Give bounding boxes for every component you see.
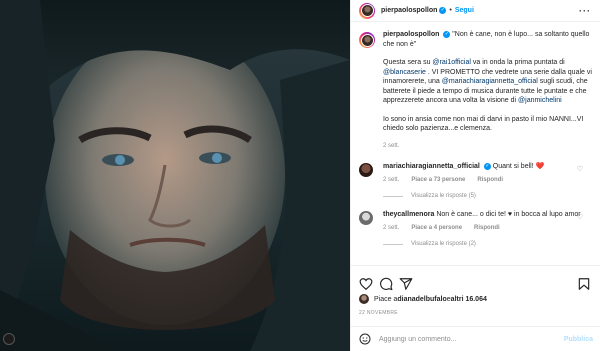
view-replies-label: Visualizza le risposte (5) — [411, 193, 476, 199]
comment-username[interactable]: theycallmenora — [383, 211, 434, 218]
bookmark-icon[interactable] — [577, 277, 591, 291]
post-photo[interactable] — [0, 0, 350, 351]
share-icon[interactable] — [399, 277, 413, 291]
comment-item: mariachiaragiannetta_official ✓ Quant si… — [359, 162, 593, 185]
view-replies-label: Visualizza le risposte (2) — [411, 241, 476, 247]
comment-like-heart-icon[interactable]: ♡ — [577, 213, 583, 221]
comments-section[interactable]: pierpaolospollon ✓ "Non è cane, non è lu… — [351, 30, 600, 262]
reply-button[interactable]: Rispondi — [477, 176, 503, 185]
replies-line — [383, 243, 403, 245]
author-avatar[interactable] — [359, 2, 375, 19]
comment-like-heart-icon[interactable]: ♡ — [577, 165, 583, 173]
publish-button[interactable]: Pubblica — [564, 336, 593, 343]
more-options-icon[interactable]: ··· — [579, 6, 591, 16]
caption-paragraph: Questa sera su @rai1official va in onda … — [383, 58, 593, 106]
replies-line — [383, 195, 403, 197]
post-caption: pierpaolospollon ✓ "Non è cane, non è lu… — [359, 30, 593, 151]
verified-icon: ✓ — [439, 7, 447, 14]
comment-likes[interactable]: Piace a 73 persone — [411, 176, 465, 185]
commenter-avatar[interactable] — [359, 211, 373, 225]
add-comment-bar: Pubblica — [351, 326, 600, 351]
portrait-illustration — [0, 0, 350, 351]
verified-icon: ✓ — [443, 30, 451, 38]
post-actions — [351, 265, 600, 293]
mention-link[interactable]: @blancaserie — [383, 69, 426, 76]
caption-text: va in onda la prima puntata di — [470, 59, 565, 66]
caption-avatar[interactable] — [359, 32, 375, 48]
liker-username[interactable]: dianadelbufalo — [397, 296, 446, 303]
post-sidebar: pierpaolospollon ✓ • Segui ··· pierpaolo… — [350, 0, 600, 351]
likes-others[interactable]: altri 16.064 — [451, 296, 487, 303]
liker-avatar — [359, 294, 369, 304]
caption-username[interactable]: pierpaolospollon — [383, 31, 439, 38]
mention-link[interactable]: @rai1official — [432, 59, 471, 66]
likes-summary[interactable]: Piace a dianadelbufalo e altri 16.064 — [359, 294, 487, 304]
comment-time[interactable]: 2 sett. — [383, 176, 399, 185]
post-date[interactable]: 22 NOVEMBRE — [359, 310, 398, 316]
comment-input[interactable] — [379, 335, 564, 343]
comment-likes[interactable]: Piace a 4 persone — [411, 224, 462, 233]
mention-link[interactable]: @janmichelini — [518, 97, 562, 104]
mention-link[interactable]: @mariachiaragiannetta_official — [442, 78, 538, 85]
comment-text: Non è cane... o dici te! ♥ in bocca al l… — [436, 211, 581, 218]
caption-text: Questa sera su — [383, 59, 433, 66]
comment-username[interactable]: mariachiaragiannetta_official — [383, 163, 480, 170]
view-replies-button[interactable]: Visualizza le risposte (2) — [383, 241, 593, 247]
caption-paragraph: Io sono in ansia come non mai di darvi i… — [383, 115, 584, 133]
caption-time[interactable]: 2 sett. — [383, 142, 593, 152]
separator-dot: • — [449, 7, 452, 14]
follow-button[interactable]: Segui — [455, 7, 474, 14]
verified-icon: ✓ — [483, 162, 491, 170]
view-replies-button[interactable]: Visualizza le risposte (5) — [383, 193, 593, 199]
comment-time[interactable]: 2 sett. — [383, 224, 399, 233]
commenter-avatar[interactable] — [359, 163, 373, 177]
emoji-icon[interactable] — [359, 333, 371, 345]
author-username[interactable]: pierpaolospollon — [381, 7, 437, 14]
comment-item: theycallmenora Non è cane... o dici te! … — [359, 210, 593, 233]
post-header: pierpaolospollon ✓ • Segui ··· — [351, 0, 600, 22]
heart-icon[interactable] — [359, 277, 373, 291]
comment-icon[interactable] — [379, 277, 393, 291]
likes-prefix: Piace a — [374, 295, 398, 303]
corner-avatar-icon[interactable] — [3, 333, 15, 345]
comment-text: Quant si bell! ❤️ — [492, 163, 545, 170]
reply-button[interactable]: Rispondi — [474, 224, 500, 233]
